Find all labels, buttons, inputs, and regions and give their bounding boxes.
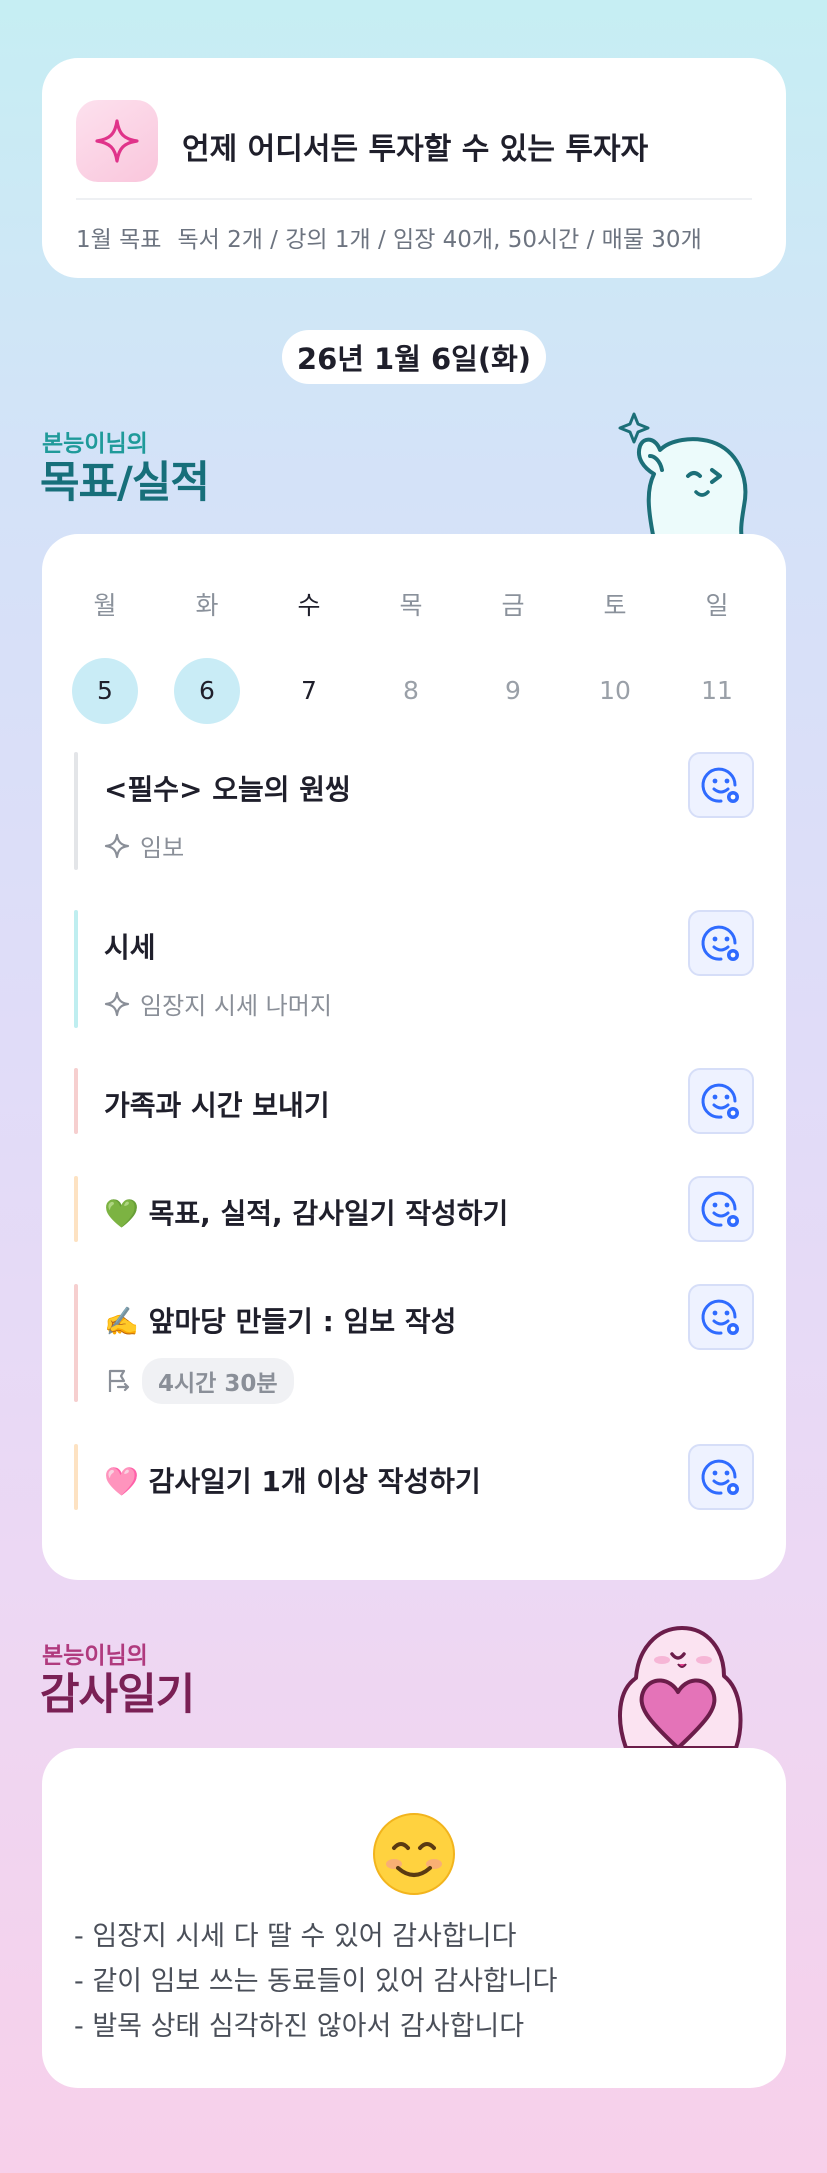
task-color-bar bbox=[74, 1176, 78, 1242]
duration-chip: 4시간 30분 bbox=[142, 1358, 294, 1404]
motto-text: 언제 어디서든 투자할 수 있는 투자자 bbox=[182, 132, 649, 167]
sparkle-outline-icon bbox=[104, 833, 130, 858]
day-number: 11 bbox=[701, 676, 733, 705]
task-title: ✍️ 앞마당 만들기 : 임보 작성 bbox=[104, 1305, 457, 1338]
task-item[interactable]: ✍️ 앞마당 만들기 : 임보 작성 4시간 30분 bbox=[74, 1284, 754, 1404]
smiling-face-icon bbox=[373, 1813, 455, 1895]
task-title: 가족과 시간 보내기 bbox=[104, 1089, 330, 1122]
task-subtitle: 임보 bbox=[104, 828, 184, 863]
task-color-bar bbox=[74, 1068, 78, 1134]
day-name: 금 bbox=[501, 591, 525, 620]
sparkle-icon bbox=[76, 100, 158, 182]
task-subtitle: 임장지 시세 나머지 bbox=[104, 986, 332, 1021]
day-sat[interactable]: 토 10 bbox=[582, 586, 648, 724]
task-subtitle-text: 임보 bbox=[140, 834, 185, 862]
sparkle-outline-icon bbox=[104, 991, 130, 1016]
day-name: 일 bbox=[705, 591, 729, 620]
monthly-goal-text: 독서 2개 / 강의 1개 / 임장 40개, 50시간 / 매물 30개 bbox=[177, 227, 702, 253]
day-sun[interactable]: 일 11 bbox=[684, 586, 750, 724]
gratitude-card: - 임장지 시세 다 딸 수 있어 감사합니다 - 같이 임보 쓰는 동료들이 … bbox=[42, 1748, 786, 2088]
waving-character-icon bbox=[618, 412, 748, 540]
day-name: 수 bbox=[297, 591, 321, 620]
gratitude-item: - 같이 임보 쓰는 동료들이 있어 감사합니다 bbox=[74, 1966, 558, 1997]
task-check-button[interactable] bbox=[688, 1444, 754, 1510]
task-check-button[interactable] bbox=[688, 1176, 754, 1242]
smiley-add-icon bbox=[701, 925, 739, 961]
task-check-button[interactable] bbox=[688, 910, 754, 976]
day-number: 10 bbox=[599, 676, 631, 705]
task-check-button[interactable] bbox=[688, 752, 754, 818]
task-item[interactable]: <필수> 오늘의 원씽 임보 bbox=[74, 752, 754, 870]
day-number: 5 bbox=[72, 658, 138, 724]
task-check-button[interactable] bbox=[688, 1068, 754, 1134]
day-name: 토 bbox=[603, 591, 627, 620]
day-name: 월 bbox=[93, 591, 117, 620]
divider bbox=[76, 198, 752, 200]
goals-section-title: 목표/실적 bbox=[40, 458, 210, 508]
gratitude-section-title: 감사일기 bbox=[40, 1670, 195, 1720]
task-subtitle-text: 임장지 시세 나머지 bbox=[140, 992, 332, 1020]
heart-holding-character-icon bbox=[618, 1626, 743, 1748]
task-item[interactable]: 가족과 시간 보내기 bbox=[74, 1068, 754, 1134]
task-title: <필수> 오늘의 원씽 bbox=[104, 773, 351, 806]
monthly-goal-label: 1월 목표 bbox=[76, 227, 162, 253]
day-tue[interactable]: 화 6 bbox=[174, 586, 240, 724]
smiley-add-icon bbox=[701, 1191, 739, 1227]
monthly-goal-row: 1월 목표 독서 2개 / 강의 1개 / 임장 40개, 50시간 / 매물 3… bbox=[76, 220, 752, 254]
smiley-add-icon bbox=[701, 1299, 739, 1335]
smiley-add-icon bbox=[701, 767, 739, 803]
smiley-add-icon bbox=[701, 1459, 739, 1495]
day-number: 9 bbox=[505, 676, 521, 705]
date-pill[interactable]: 26년 1월 6일(화) bbox=[282, 330, 546, 384]
task-subtitle: 4시간 30분 bbox=[104, 1358, 294, 1404]
gratitude-item: - 발목 상태 심각하진 않아서 감사합니다 bbox=[74, 2011, 525, 2042]
day-mon[interactable]: 월 5 bbox=[72, 586, 138, 724]
task-color-bar bbox=[74, 752, 78, 870]
day-name: 화 bbox=[195, 591, 219, 620]
task-item[interactable]: 시세 임장지 시세 나머지 bbox=[74, 910, 754, 1028]
day-number: 8 bbox=[403, 676, 419, 705]
day-number: 7 bbox=[301, 676, 317, 705]
task-item[interactable]: 🩷 감사일기 1개 이상 작성하기 bbox=[74, 1444, 754, 1510]
smiley-add-icon bbox=[701, 1083, 739, 1119]
day-number: 6 bbox=[174, 658, 240, 724]
gratitude-list: - 임장지 시세 다 딸 수 있어 감사합니다 - 같이 임보 쓰는 동료들이 … bbox=[74, 1914, 558, 2049]
task-check-button[interactable] bbox=[688, 1284, 754, 1350]
task-color-bar bbox=[74, 1284, 78, 1402]
task-title: 시세 bbox=[104, 931, 156, 964]
task-title: 🩷 감사일기 1개 이상 작성하기 bbox=[104, 1465, 481, 1498]
day-fri[interactable]: 금 9 bbox=[480, 586, 546, 724]
task-color-bar bbox=[74, 910, 78, 1028]
task-color-bar bbox=[74, 1444, 78, 1510]
motto-card[interactable]: 언제 어디서든 투자할 수 있는 투자자 1월 목표 독서 2개 / 강의 1개 … bbox=[42, 58, 786, 278]
goals-card: 월 5 화 6 수 7 목 8 금 9 토 10 일 11 <필수> 오늘의 원… bbox=[42, 534, 786, 1580]
task-item[interactable]: 💚 목표, 실적, 감사일기 작성하기 bbox=[74, 1176, 754, 1242]
day-name: 목 bbox=[399, 591, 423, 620]
gratitude-item: - 임장지 시세 다 딸 수 있어 감사합니다 bbox=[74, 1921, 517, 1952]
task-title: 💚 목표, 실적, 감사일기 작성하기 bbox=[104, 1197, 509, 1230]
flag-return-icon bbox=[108, 1369, 130, 1392]
day-wed[interactable]: 수 7 bbox=[276, 586, 342, 724]
day-thu[interactable]: 목 8 bbox=[378, 586, 444, 724]
week-calendar: 월 5 화 6 수 7 목 8 금 9 토 10 일 11 bbox=[72, 586, 756, 724]
